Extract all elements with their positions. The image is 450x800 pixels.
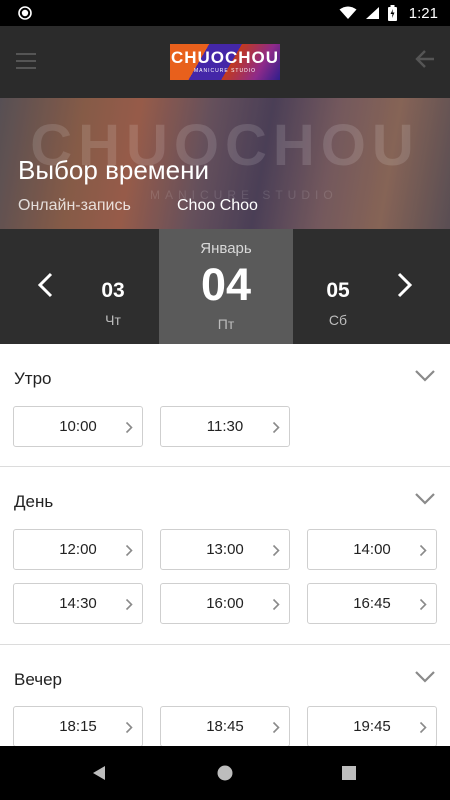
signal-icon [365, 7, 379, 19]
studio-logo: CHUOCHOU MANICURE STUDIO [170, 44, 280, 80]
time-slot-label: 10:00 [59, 418, 97, 435]
chevron-down-icon [415, 370, 435, 382]
notification-icon [18, 6, 32, 20]
section-title: Вечер [14, 670, 62, 689]
status-time: 1:21 [408, 4, 438, 22]
time-slot-label: 16:00 [206, 595, 244, 612]
chevron-right-icon [125, 421, 133, 434]
app-bar: CHUOCHOU MANICURE STUDIO [0, 26, 450, 98]
battery-icon [387, 5, 397, 21]
section-morning-header[interactable]: Утро [0, 344, 450, 404]
day-next-weekday: Сб [328, 312, 348, 328]
page-subtitle: Онлайн-запись [18, 197, 131, 214]
time-slot[interactable]: 19:45 [307, 706, 437, 746]
chevron-down-icon [415, 493, 435, 505]
chevron-down-icon [415, 671, 435, 683]
back-arrow-icon[interactable] [414, 48, 436, 70]
chevron-right-icon [419, 544, 427, 557]
status-icons: 1:21 [339, 5, 438, 22]
date-selector: 03 Чт Январь 04 Пт 05 Сб [0, 229, 450, 344]
time-slot[interactable]: 14:00 [307, 529, 437, 570]
day-selected[interactable]: Январь 04 Пт [159, 229, 293, 344]
previous-day-chevron-icon[interactable] [36, 271, 54, 299]
section-evening-header[interactable]: Вечер [0, 645, 450, 705]
time-slots-list: Утро 10:00 11:30 День 12:00 13:00 14:00 … [0, 344, 450, 746]
nav-recent-apps-icon[interactable] [342, 766, 356, 780]
chevron-right-icon [272, 598, 280, 611]
hero-banner: CHUOCHOU MANICURE STUDIO Выбор времени О… [0, 98, 450, 229]
time-slot[interactable]: 18:15 [13, 706, 143, 746]
chevron-right-icon [272, 544, 280, 557]
chevron-right-icon [125, 544, 133, 557]
time-slot-label: 14:30 [59, 595, 97, 612]
time-slot-label: 13:00 [206, 541, 244, 558]
section-day-header[interactable]: День [0, 467, 450, 527]
section-title: День [14, 492, 54, 511]
day-next-number: 05 [326, 279, 350, 302]
time-slot-label: 16:45 [353, 595, 391, 612]
time-slot-label: 19:45 [353, 718, 391, 735]
chevron-right-icon [125, 721, 133, 734]
next-day-chevron-icon[interactable] [396, 271, 414, 299]
day-prev-number: 03 [101, 279, 125, 302]
month-label: Январь [200, 240, 252, 257]
chevron-right-icon [125, 598, 133, 611]
time-slot-label: 18:45 [206, 718, 244, 735]
day-prev-weekday: Чт [105, 312, 121, 328]
nav-home-icon[interactable] [216, 764, 234, 782]
logo-subtext: MANICURE STUDIO [194, 68, 256, 74]
wifi-icon [339, 6, 357, 19]
day-selected-number: 04 [200, 259, 252, 310]
time-slot[interactable]: 11:30 [160, 406, 290, 447]
time-slot[interactable]: 16:45 [307, 583, 437, 624]
chevron-right-icon [419, 598, 427, 611]
chevron-right-icon [272, 721, 280, 734]
logo-text: CHUOCHOU [170, 48, 280, 67]
studio-name: Choo Choo [177, 197, 258, 214]
time-slot-label: 18:15 [59, 718, 97, 735]
time-slot[interactable]: 14:30 [13, 583, 143, 624]
time-slot-label: 14:00 [353, 541, 391, 558]
app-screen: 1:21 CHUOCHOU MANICURE STUDIO CHUOCHOU M… [0, 0, 450, 800]
day-prev[interactable]: 03 Чт [82, 229, 144, 344]
time-slot[interactable]: 16:00 [160, 583, 290, 624]
day-selected-weekday: Пт [217, 316, 235, 332]
page-title: Выбор времени [18, 155, 210, 185]
time-slot[interactable]: 12:00 [13, 529, 143, 570]
system-nav-bar [0, 746, 450, 800]
day-next[interactable]: 05 Сб [307, 229, 369, 344]
chevron-right-icon [272, 421, 280, 434]
time-slot[interactable]: 13:00 [160, 529, 290, 570]
time-slot[interactable]: 10:00 [13, 406, 143, 447]
time-slot[interactable]: 18:45 [160, 706, 290, 746]
time-slot-label: 11:30 [206, 418, 244, 435]
time-slot-label: 12:00 [59, 541, 97, 558]
menu-icon[interactable] [16, 53, 36, 69]
section-title: Утро [14, 369, 52, 388]
nav-back-icon[interactable] [92, 765, 106, 781]
status-bar: 1:21 [0, 0, 450, 26]
chevron-right-icon [419, 721, 427, 734]
